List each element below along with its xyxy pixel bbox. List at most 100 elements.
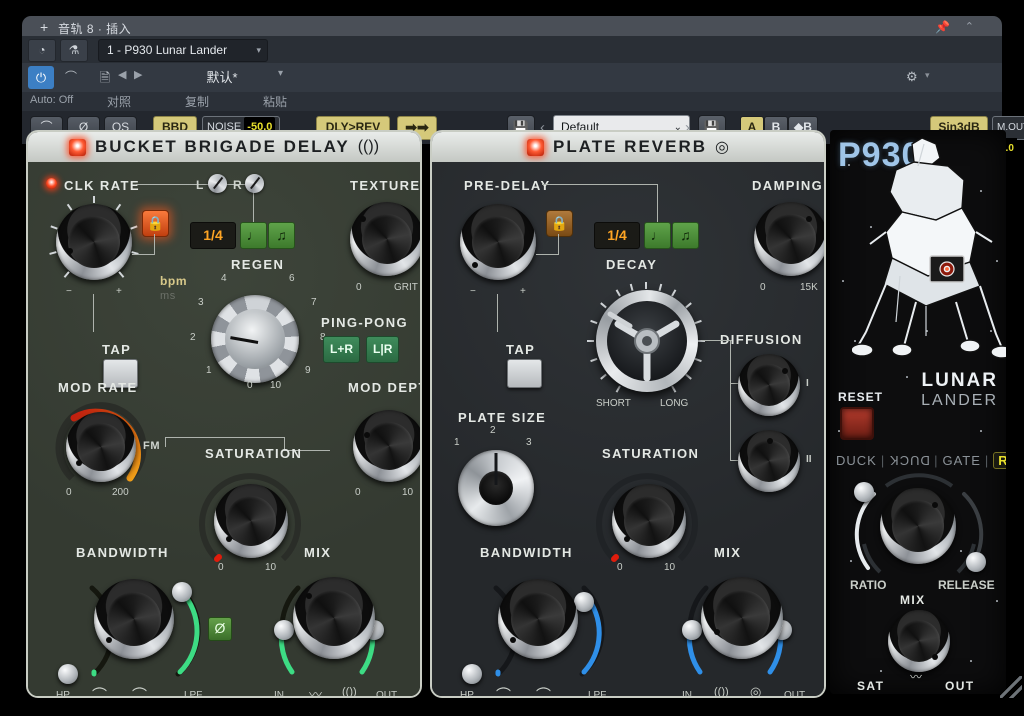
- triplet-icon[interactable]: ♫: [672, 222, 699, 249]
- reverb-panel-body: PRE-DELAY − + 🔒 1/4 ♩ ♫ TAP PLATE SIZE 1…: [432, 162, 824, 696]
- reverb-bandwidth-knob[interactable]: [498, 579, 578, 659]
- ping-pong-lr-button[interactable]: L+R: [323, 336, 361, 363]
- regen-knob[interactable]: [211, 295, 299, 383]
- reverb-division-value[interactable]: 1/4: [594, 222, 640, 249]
- regen-tick-2: 2: [190, 332, 196, 343]
- delay-hp-slider-handle[interactable]: [58, 664, 78, 684]
- highpass-curve-icon: ⌒: [132, 687, 148, 698]
- diffusion-1-label: I: [806, 378, 809, 389]
- diffusion-1-knob[interactable]: [738, 354, 800, 416]
- compare-button[interactable]: 对照: [84, 93, 154, 110]
- ratio-slider-handle[interactable]: [854, 482, 874, 502]
- reverb-in-label: IN: [682, 690, 692, 698]
- daw-toolbars: ◔ ⚗ 1 - P930 Lunar Lander ▾ ⏻ ⌒ 🗎 ◀ ▶ 默认…: [22, 36, 1024, 159]
- delay-title: BUCKET BRIGADE DELAY: [94, 137, 350, 156]
- note-icon[interactable]: ♩: [644, 222, 671, 249]
- reset-button[interactable]: [840, 407, 874, 440]
- delay-in-slider-handle[interactable]: [274, 620, 294, 640]
- mod-depth-knob[interactable]: [353, 410, 420, 482]
- texture-knob[interactable]: [350, 202, 420, 276]
- delay-lpf-slider-handle[interactable]: [172, 582, 192, 602]
- mod-rate-min: 0: [66, 487, 72, 498]
- reverb-tap-label: TAP: [506, 342, 536, 357]
- daw-preset-name[interactable]: 默认*: [152, 67, 292, 86]
- resize-grip[interactable]: [1000, 676, 1022, 698]
- mod-rate-max: 200: [112, 487, 129, 498]
- chevron-icon[interactable]: ⌃: [965, 20, 974, 33]
- plugin-window: + 音轨 8 · 插入 📌 ⌃ ◔ ⚗ 1 - P930 Lunar Lande…: [0, 0, 1024, 716]
- fm-label[interactable]: FM: [143, 440, 160, 452]
- regen-tick-10: 10: [270, 380, 282, 391]
- reverb-in-slider-handle[interactable]: [682, 620, 702, 640]
- delay-sat-min: 0: [218, 562, 224, 573]
- r-mute-knob[interactable]: [245, 174, 264, 193]
- decay-wheel-knob[interactable]: [596, 290, 698, 392]
- triplet-icon[interactable]: ♫: [268, 222, 295, 249]
- copy-button[interactable]: 复制: [162, 93, 232, 110]
- lock-icon[interactable]: 🔒: [142, 210, 169, 237]
- next-preset-button[interactable]: ▶: [134, 68, 142, 81]
- reverb-hp-slider-handle[interactable]: [462, 664, 482, 684]
- mode-gate-button[interactable]: GATE: [942, 453, 980, 468]
- note-icon[interactable]: ♩: [240, 222, 267, 249]
- gear-icon[interactable]: ⚙: [906, 69, 918, 85]
- right-mix-label: MIX: [900, 593, 926, 607]
- ms-label[interactable]: ms: [160, 290, 176, 302]
- delay-division-value[interactable]: 1/4: [190, 222, 236, 249]
- ping-pong-l-r-button[interactable]: L|R: [366, 336, 400, 363]
- duck-knob[interactable]: [880, 488, 956, 564]
- clk-rate-led[interactable]: [46, 178, 57, 189]
- mode-duck-reverse-button[interactable]: DUCK: [889, 453, 930, 468]
- mode-rev-button[interactable]: REV: [993, 452, 1006, 469]
- clk-rate-knob[interactable]: [56, 204, 132, 280]
- mode-duck-button[interactable]: DUCK: [836, 453, 877, 468]
- delay-mix-knob[interactable]: [293, 577, 375, 659]
- pin-icon[interactable]: 📌: [935, 20, 950, 34]
- clock-icon[interactable]: ◔: [28, 39, 56, 62]
- bpm-label[interactable]: bpm: [160, 274, 187, 288]
- mod-rate-knob[interactable]: [66, 412, 136, 482]
- delay-phase-invert-button[interactable]: Ø: [208, 617, 232, 641]
- gear-chevron-down-icon[interactable]: ▾: [925, 70, 930, 81]
- document-icon[interactable]: 🗎: [94, 67, 116, 88]
- reverb-hp-label: HP: [460, 690, 474, 698]
- delay-saturation-knob[interactable]: [214, 484, 288, 558]
- fm-conn-v1: [165, 437, 166, 447]
- power-button[interactable]: ⏻: [28, 66, 54, 89]
- right-mix-knob[interactable]: [888, 610, 950, 672]
- daw-titlebar: + 音轨 8 · 插入 📌 ⌃: [22, 16, 1002, 38]
- daw-preset-chevron-icon[interactable]: ▾: [278, 68, 283, 79]
- reverb-mix-knob[interactable]: [701, 577, 783, 659]
- diff-conn-h0: [702, 340, 732, 341]
- regen-tick-4: 4: [221, 273, 227, 284]
- plate-size-selector[interactable]: [458, 450, 534, 526]
- damping-label: DAMPING: [752, 178, 824, 193]
- delay-enable-lamp[interactable]: [68, 138, 86, 156]
- l-mute-knob[interactable]: [208, 174, 227, 193]
- damping-knob[interactable]: [754, 202, 824, 276]
- reverb-bandwidth-label: BANDWIDTH: [480, 545, 573, 560]
- reverb-lpf-slider-handle[interactable]: [574, 592, 594, 612]
- delay-bandwidth-knob[interactable]: [94, 579, 174, 659]
- release-slider-handle[interactable]: [966, 552, 986, 572]
- plate-size-label: PLATE SIZE: [458, 410, 547, 425]
- reverb-sat-max: 10: [664, 562, 676, 573]
- prev-preset-button[interactable]: ◀: [118, 68, 126, 81]
- diffusion-2-knob[interactable]: [738, 430, 800, 492]
- decay-min: SHORT: [596, 398, 631, 409]
- add-plugin-icon[interactable]: +: [40, 19, 48, 35]
- reverb-tap-button[interactable]: [507, 359, 542, 388]
- regen-tick-1: 1: [206, 365, 212, 376]
- paste-button[interactable]: 粘贴: [240, 93, 310, 110]
- pre-delay-knob[interactable]: [460, 204, 536, 280]
- reverb-saturation-knob[interactable]: [612, 484, 686, 558]
- reverb-enable-lamp[interactable]: [526, 138, 544, 156]
- chevron-down-icon[interactable]: ▾: [256, 40, 261, 61]
- routing-icon[interactable]: ⚗: [60, 39, 88, 62]
- bypass-button[interactable]: ⌒: [58, 66, 84, 89]
- lock-icon[interactable]: 🔒: [546, 210, 573, 237]
- diff-conn-v2: [730, 383, 731, 461]
- pd-connector-v: [657, 184, 658, 222]
- plugin-slot-name[interactable]: 1 - P930 Lunar Lander ▾: [98, 39, 268, 62]
- reverb-lowpass-curve-icon: ⌒: [496, 687, 512, 698]
